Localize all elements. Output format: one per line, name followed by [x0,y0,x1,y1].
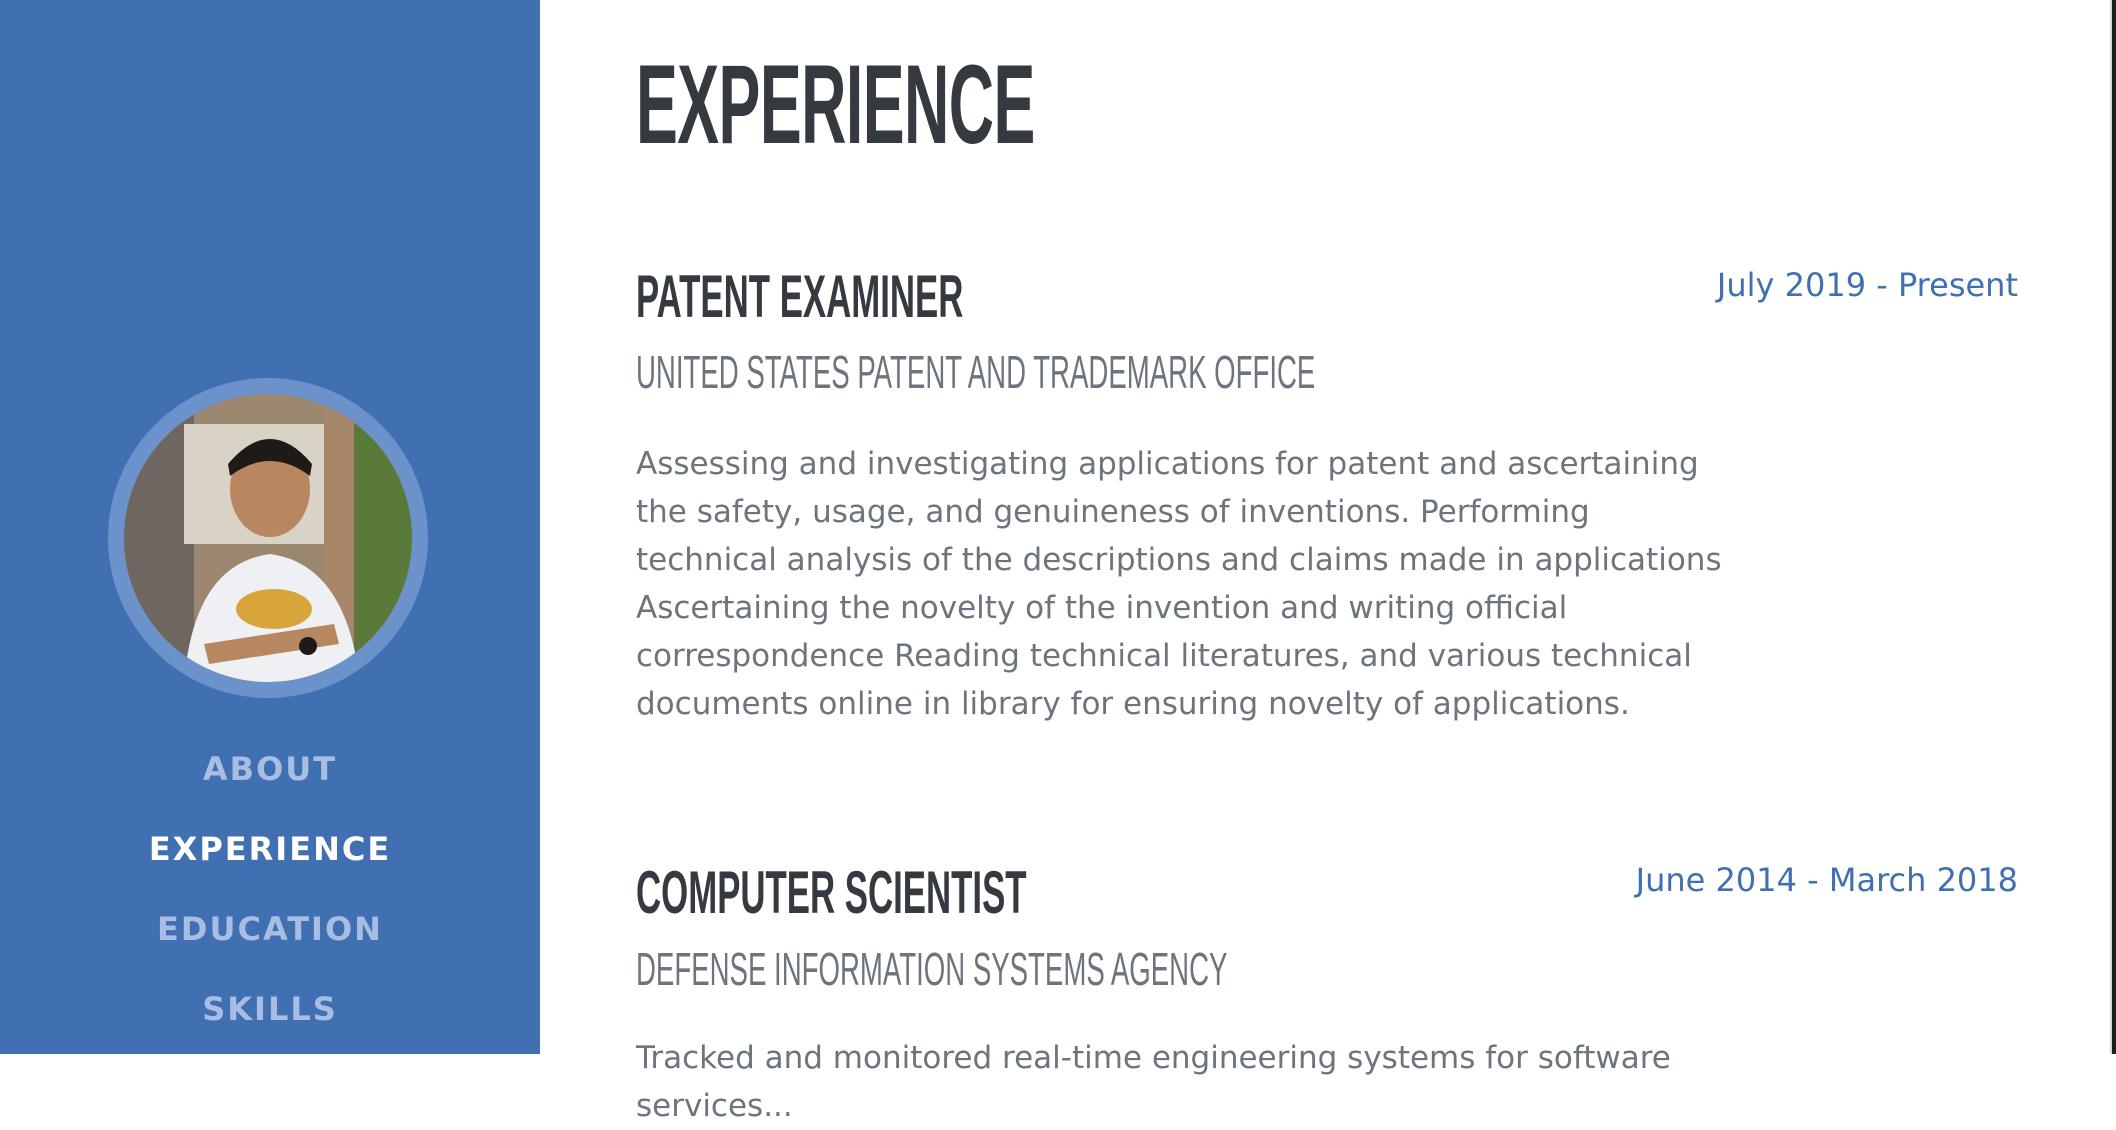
job-organization: UNITED STATES PATENT AND TRADEMARK OFFIC… [636,346,1316,398]
page-title: EXPERIENCE [636,42,1035,167]
job-date: June 2014 - March 2018 [1635,861,2018,899]
job-organization: DEFENSE INFORMATION SYSTEMS AGENCY [636,943,1228,995]
main-content: EXPERIENCE PATENT EXAMINER July 2019 - P… [540,0,2116,1124]
nav-link-experience[interactable]: EXPERIENCE [0,830,540,868]
profile-photo-frame [108,378,428,698]
job-title: PATENT EXAMINER [636,263,964,330]
job-title: COMPUTER SCIENTIST [636,859,1027,926]
profile-photo [124,394,412,682]
job-date: July 2019 - Present [1716,266,2018,304]
sidebar: ABOUT EXPERIENCE EDUCATION SKILLS [0,0,540,1054]
nav-link-about[interactable]: ABOUT [0,750,540,788]
job-description: Assessing and investigating applications… [636,446,1722,722]
window-edge [2112,0,2116,1054]
nav-link-skills[interactable]: SKILLS [0,990,540,1028]
avatar [124,394,412,682]
nav-link-education[interactable]: EDUCATION [0,910,540,948]
job-description: Tracked and monitored real-time engineer… [636,1040,1671,1124]
